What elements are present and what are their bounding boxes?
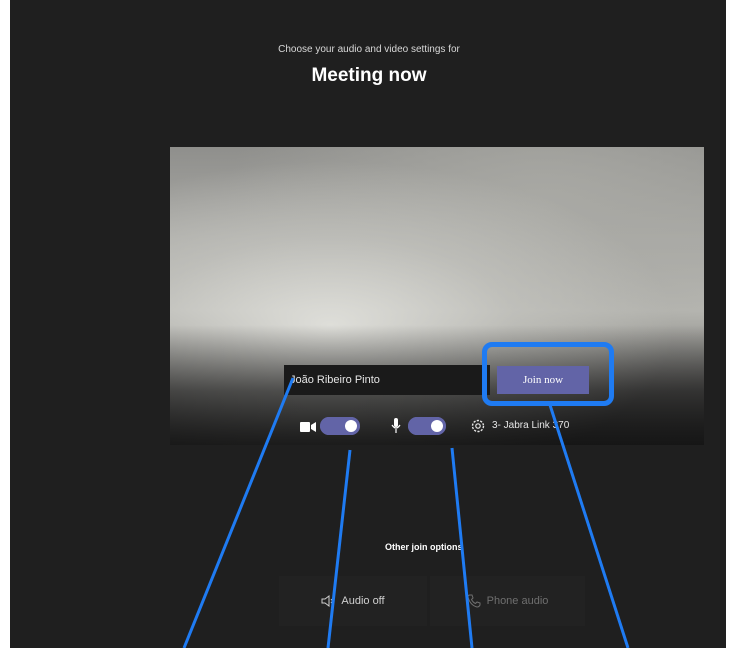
name-field[interactable] xyxy=(284,365,490,395)
gear-icon[interactable] xyxy=(470,418,486,434)
camera-icon xyxy=(300,420,316,432)
toggle-knob xyxy=(345,420,357,432)
phone-audio-button[interactable]: Phone audio xyxy=(430,576,585,626)
mic-icon xyxy=(391,418,401,434)
page-margin-left xyxy=(0,0,10,648)
video-toggle[interactable] xyxy=(320,417,360,435)
audio-off-label: Audio off xyxy=(341,595,385,607)
audio-off-button[interactable]: Audio off xyxy=(279,576,427,626)
annotation-highlight xyxy=(482,342,614,406)
subtitle: Choose your audio and video settings for xyxy=(278,44,460,55)
video-preview xyxy=(170,147,704,445)
phone-icon xyxy=(467,594,481,608)
mic-toggle[interactable] xyxy=(408,417,446,435)
phone-audio-label: Phone audio xyxy=(486,595,549,607)
speaker-off-icon xyxy=(321,594,335,608)
page-margin-right xyxy=(726,0,737,648)
toggle-knob xyxy=(431,420,443,432)
audio-device-label[interactable]: 3- Jabra Link 370 xyxy=(492,420,569,431)
meeting-prejoin-screen: Choose your audio and video settings for… xyxy=(0,0,737,648)
other-join-options-label: Other join options xyxy=(385,542,463,552)
meeting-title: Meeting now xyxy=(311,65,427,86)
